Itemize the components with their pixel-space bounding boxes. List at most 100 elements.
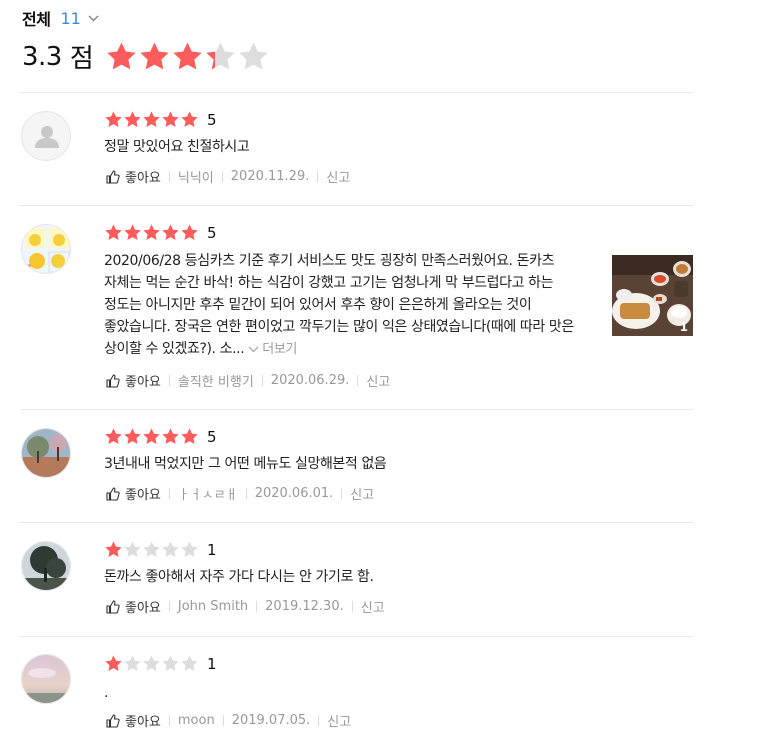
- review-text: 3년내내 먹었지만 그 어떤 메뉴도 실망해본적 없음: [104, 456, 387, 472]
- star-icon: [123, 427, 142, 446]
- review-score: 1: [207, 654, 217, 673]
- meta-separator: [318, 715, 320, 726]
- report-link[interactable]: 신고: [350, 484, 374, 503]
- chevron-down-icon: [248, 346, 259, 353]
- thumbs-up-icon: [106, 713, 120, 728]
- meta-separator: [245, 488, 247, 499]
- like-label: 좋아요: [125, 488, 161, 503]
- meta-separator: [168, 715, 170, 726]
- more-button[interactable]: 더보기: [248, 342, 297, 357]
- star-icon: [138, 40, 171, 73]
- review-photo[interactable]: 1: [612, 255, 693, 336]
- review-stars: 5: [104, 223, 217, 242]
- like-button[interactable]: 좋아요: [106, 371, 161, 390]
- meta-separator: [351, 601, 353, 612]
- review-stars: 5: [104, 110, 217, 129]
- review-meta: 좋아요 솔직한 비행기 2020.06.29. 신고: [106, 371, 390, 390]
- score-unit: 점: [69, 44, 94, 74]
- report-link[interactable]: 신고: [361, 597, 385, 616]
- default-avatar-icon: [35, 126, 59, 148]
- star-icon: [142, 540, 161, 559]
- report-link[interactable]: 신고: [366, 371, 390, 390]
- star-icon: [104, 654, 123, 673]
- review-author[interactable]: 닉닉이: [178, 167, 214, 186]
- like-button[interactable]: 좋아요: [106, 167, 161, 186]
- review-date: 2020.06.29.: [270, 373, 350, 388]
- meta-separator: [256, 601, 258, 612]
- thumbs-up-icon: [106, 169, 120, 184]
- review-score: 5: [207, 427, 217, 446]
- avatar[interactable]: [21, 224, 71, 274]
- review-date: 2020.06.01.: [254, 486, 334, 501]
- chevron-down-icon[interactable]: [88, 15, 99, 22]
- star-icon: [161, 654, 180, 673]
- meta-separator: [357, 375, 359, 386]
- star-icon: [123, 540, 142, 559]
- review-stars: 1: [104, 654, 217, 673]
- review-author[interactable]: John Smith: [178, 599, 248, 614]
- divider: [20, 522, 693, 523]
- review-score: 5: [207, 110, 217, 129]
- meta-separator: [168, 171, 170, 182]
- star-icon: [180, 654, 199, 673]
- review-stars: 1: [104, 540, 217, 559]
- review-text-body: 2020/06/28 등심카츠 기준 후기 서비스도 맛도 굉장히 만족스러웠어…: [104, 253, 574, 357]
- like-label: 좋아요: [125, 601, 161, 616]
- star-icon: [161, 110, 180, 129]
- star-icon: [142, 427, 161, 446]
- like-label: 좋아요: [125, 171, 161, 186]
- star-icon: [104, 427, 123, 446]
- review-meta: 좋아요 ㅏㅓㅅㄹㅐ 2020.06.01. 신고: [106, 484, 374, 503]
- avatar[interactable]: [21, 541, 71, 591]
- review-author[interactable]: 솔직한 비행기: [178, 371, 254, 390]
- star-icon: [180, 540, 199, 559]
- star-icon: [161, 427, 180, 446]
- star-icon: [171, 40, 204, 73]
- thumbs-up-icon: [106, 599, 120, 614]
- report-link[interactable]: 신고: [326, 167, 350, 186]
- star-icon: [142, 110, 161, 129]
- divider: [20, 409, 693, 410]
- review-text: 돈까스 좋아해서 자주 가다 다시는 안 가기로 함.: [104, 569, 374, 585]
- more-label: 더보기: [262, 342, 297, 357]
- review-date: 2019.12.30.: [265, 599, 344, 614]
- review-score: 5: [207, 223, 217, 242]
- star-icon: [105, 40, 138, 73]
- like-label: 좋아요: [125, 375, 161, 390]
- avatar[interactable]: [21, 111, 71, 161]
- sky-avatar-icon: [22, 655, 70, 703]
- like-button[interactable]: 좋아요: [106, 711, 161, 730]
- star-icon: [123, 110, 142, 129]
- filter-title[interactable]: 전체: [22, 6, 51, 30]
- avatar[interactable]: [21, 654, 71, 704]
- meta-separator: [168, 601, 170, 612]
- star-icon: [123, 223, 142, 242]
- review-date: 2019.07.05.: [231, 713, 311, 728]
- star-icon: [161, 540, 180, 559]
- divider: [20, 636, 693, 637]
- review-author[interactable]: moon: [178, 713, 215, 728]
- star-icon: [123, 654, 142, 673]
- like-button[interactable]: 좋아요: [106, 597, 161, 616]
- review-count[interactable]: 11: [60, 9, 80, 28]
- divider: [20, 205, 693, 206]
- review-text: .: [104, 685, 109, 701]
- thumbs-up-icon: [106, 486, 120, 501]
- like-button[interactable]: 좋아요: [106, 484, 161, 503]
- avatar[interactable]: [21, 428, 71, 478]
- review-stars: 5: [104, 427, 217, 446]
- meta-separator: [168, 488, 170, 499]
- star-icon: [104, 223, 123, 242]
- average-stars: [105, 40, 270, 73]
- rating-summary: 3.3 점: [22, 38, 270, 75]
- star-icon: [180, 223, 199, 242]
- meta-separator: [168, 375, 170, 386]
- thumbs-up-icon: [106, 373, 120, 388]
- meta-separator: [222, 715, 224, 726]
- meta-separator: [261, 375, 263, 386]
- review-date: 2020.11.29.: [230, 169, 310, 184]
- report-link[interactable]: 신고: [327, 711, 351, 730]
- review-author[interactable]: ㅏㅓㅅㄹㅐ: [178, 484, 238, 503]
- star-icon: [142, 223, 161, 242]
- star-icon: [142, 654, 161, 673]
